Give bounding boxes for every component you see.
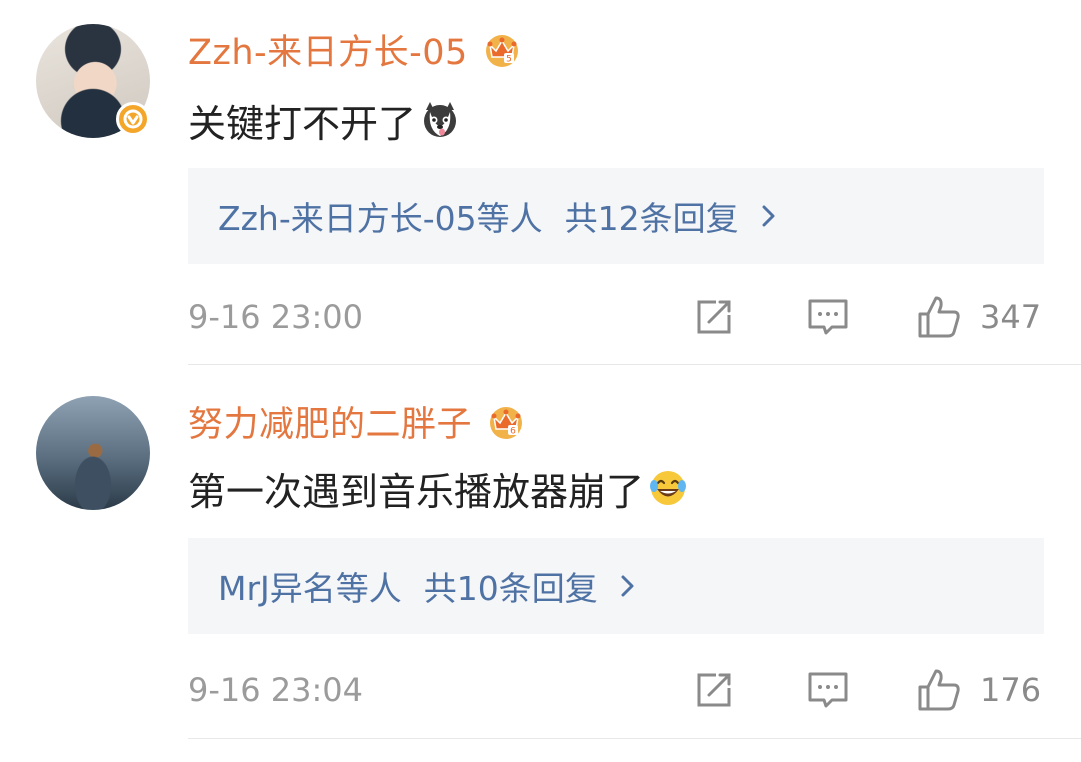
avatar[interactable] (36, 396, 150, 510)
reply-users: Zzh-来日方长-05等人 (218, 199, 543, 238)
divider (188, 364, 1081, 365)
comment-item: 努力减肥的二胖子 6 第一次遇到音乐播放器崩了 MrJ异名等人 共10条回复 9… (0, 370, 1081, 762)
repost-icon (697, 673, 731, 707)
reply-preview[interactable]: MrJ异名等人 共10条回复 (188, 538, 1044, 634)
comment-body: 关键打不开了 (188, 101, 417, 146)
avatar-image (36, 396, 150, 510)
comment-item: Zzh-来日方长-05 5 关键打不开了 Zzh-来日方长-05等人 共12条回… (0, 0, 1081, 366)
username-row: Zzh-来日方长-05 5 (188, 22, 522, 76)
divider (188, 738, 1081, 739)
crown-vip-icon[interactable]: 5 (482, 29, 522, 69)
repost-icon (697, 300, 731, 334)
comment-bubble-icon (808, 672, 848, 708)
reply-count: 共12条回复 (564, 199, 739, 238)
comment-text: 第一次遇到音乐播放器崩了 (188, 462, 688, 514)
thumbs-up-icon (918, 296, 960, 338)
chevron-right-icon (762, 205, 775, 227)
reply-button[interactable] (806, 665, 850, 715)
like-button[interactable]: 347 (916, 292, 1041, 342)
svg-text:5: 5 (506, 55, 512, 65)
like-count: 347 (980, 298, 1042, 336)
username[interactable]: 努力减肥的二胖子 (188, 396, 472, 447)
like-button[interactable]: 176 (916, 665, 1041, 715)
laughing-tears-emoji-icon (650, 471, 687, 505)
reply-users: MrJ异名等人 (218, 569, 402, 608)
comment-text: 关键打不开了 (188, 94, 460, 146)
reply-preview[interactable]: Zzh-来日方长-05等人 共12条回复 (188, 168, 1044, 264)
avatar[interactable] (36, 24, 150, 138)
reply-button[interactable] (806, 292, 850, 342)
comment-meta: 9-16 23:04 176 (188, 665, 1044, 715)
username[interactable]: Zzh-来日方长-05 (188, 24, 468, 75)
svg-text:6: 6 (510, 427, 516, 437)
like-count: 176 (980, 671, 1042, 709)
thumbs-up-icon (918, 669, 960, 711)
timestamp: 9-16 23:00 (188, 298, 364, 336)
username-row: 努力减肥的二胖子 6 (188, 394, 526, 448)
comment-body: 第一次遇到音乐播放器崩了 (188, 469, 645, 514)
reply-count: 共10条回复 (423, 569, 598, 608)
verified-badge-icon (116, 102, 150, 136)
timestamp: 9-16 23:04 (188, 671, 364, 709)
comment-bubble-icon (808, 299, 848, 335)
repost-button[interactable] (692, 665, 736, 715)
repost-button[interactable] (692, 292, 736, 342)
chevron-right-icon (621, 575, 634, 597)
husky-dog-emoji-icon (424, 102, 457, 137)
comment-meta: 9-16 23:00 347 (188, 292, 1044, 342)
crown-vip-icon[interactable]: 6 (486, 401, 526, 441)
comment-feed: Zzh-来日方长-05 5 关键打不开了 Zzh-来日方长-05等人 共12条回… (0, 0, 1081, 762)
